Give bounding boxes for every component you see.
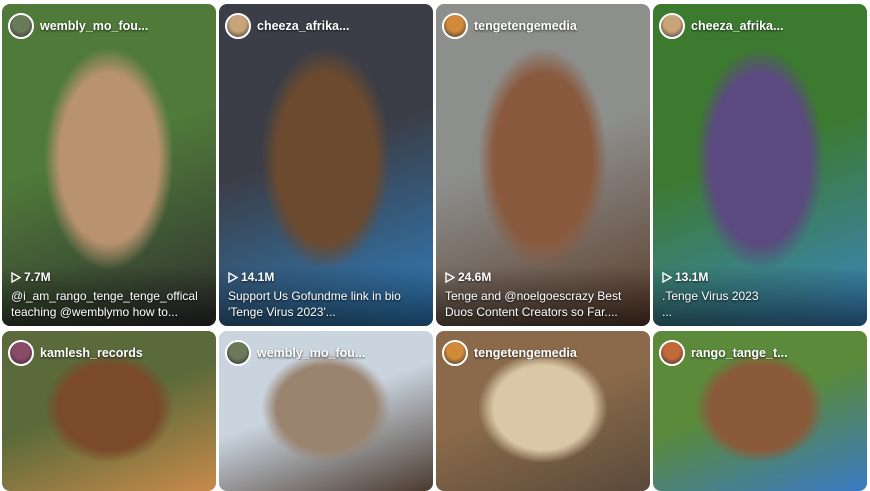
username[interactable]: cheeza_afrika... xyxy=(691,19,783,33)
username[interactable]: tengetengemedia xyxy=(474,346,577,360)
username[interactable]: rango_tange_t... xyxy=(691,346,788,360)
play-icon xyxy=(11,271,21,283)
user-avatar[interactable] xyxy=(659,13,685,39)
username[interactable]: kamlesh_records xyxy=(40,346,143,360)
user-avatar[interactable] xyxy=(8,13,34,39)
play-icon xyxy=(662,271,672,283)
username[interactable]: cheeza_afrika... xyxy=(257,19,349,33)
video-caption: @i_am_rango_tenge_tenge_offical teaching… xyxy=(11,289,198,319)
view-count: 14.1M xyxy=(241,270,275,284)
video-caption: .Tenge Virus 2023 ... xyxy=(662,289,759,319)
user-avatar[interactable] xyxy=(442,13,468,39)
video-card[interactable]: tengetengemedia 24.6M Tenge and @noelgoe… xyxy=(436,4,650,326)
video-card[interactable]: cheeza_afrika... 14.1M Support Us Gofund… xyxy=(219,4,433,326)
video-card[interactable]: wembly_mo_fou... xyxy=(219,331,433,491)
view-count: 13.1M xyxy=(675,270,709,284)
play-icon xyxy=(228,271,238,283)
user-avatar[interactable] xyxy=(225,340,251,366)
view-count: 24.6M xyxy=(458,270,492,284)
username[interactable]: tengetengemedia xyxy=(474,19,577,33)
video-card[interactable]: cheeza_afrika... 13.1M .Tenge Virus 2023… xyxy=(653,4,867,326)
username[interactable]: wembly_mo_fou... xyxy=(40,19,148,33)
video-card[interactable]: kamlesh_records xyxy=(2,331,216,491)
user-avatar[interactable] xyxy=(442,340,468,366)
user-avatar[interactable] xyxy=(8,340,34,366)
video-grid: wembly_mo_fou... 7.7M @i_am_rango_tenge_… xyxy=(0,0,870,491)
video-card[interactable]: wembly_mo_fou... 7.7M @i_am_rango_tenge_… xyxy=(2,4,216,326)
video-caption: Support Us Gofundme link in bio 'Tenge V… xyxy=(228,289,401,319)
user-avatar[interactable] xyxy=(225,13,251,39)
username[interactable]: wembly_mo_fou... xyxy=(257,346,365,360)
video-card[interactable]: tengetengemedia xyxy=(436,331,650,491)
user-avatar[interactable] xyxy=(659,340,685,366)
video-card[interactable]: rango_tange_t... xyxy=(653,331,867,491)
play-icon xyxy=(445,271,455,283)
view-count: 7.7M xyxy=(24,270,51,284)
video-caption: Tenge and @noelgoescrazy Best Duos Conte… xyxy=(445,289,622,319)
